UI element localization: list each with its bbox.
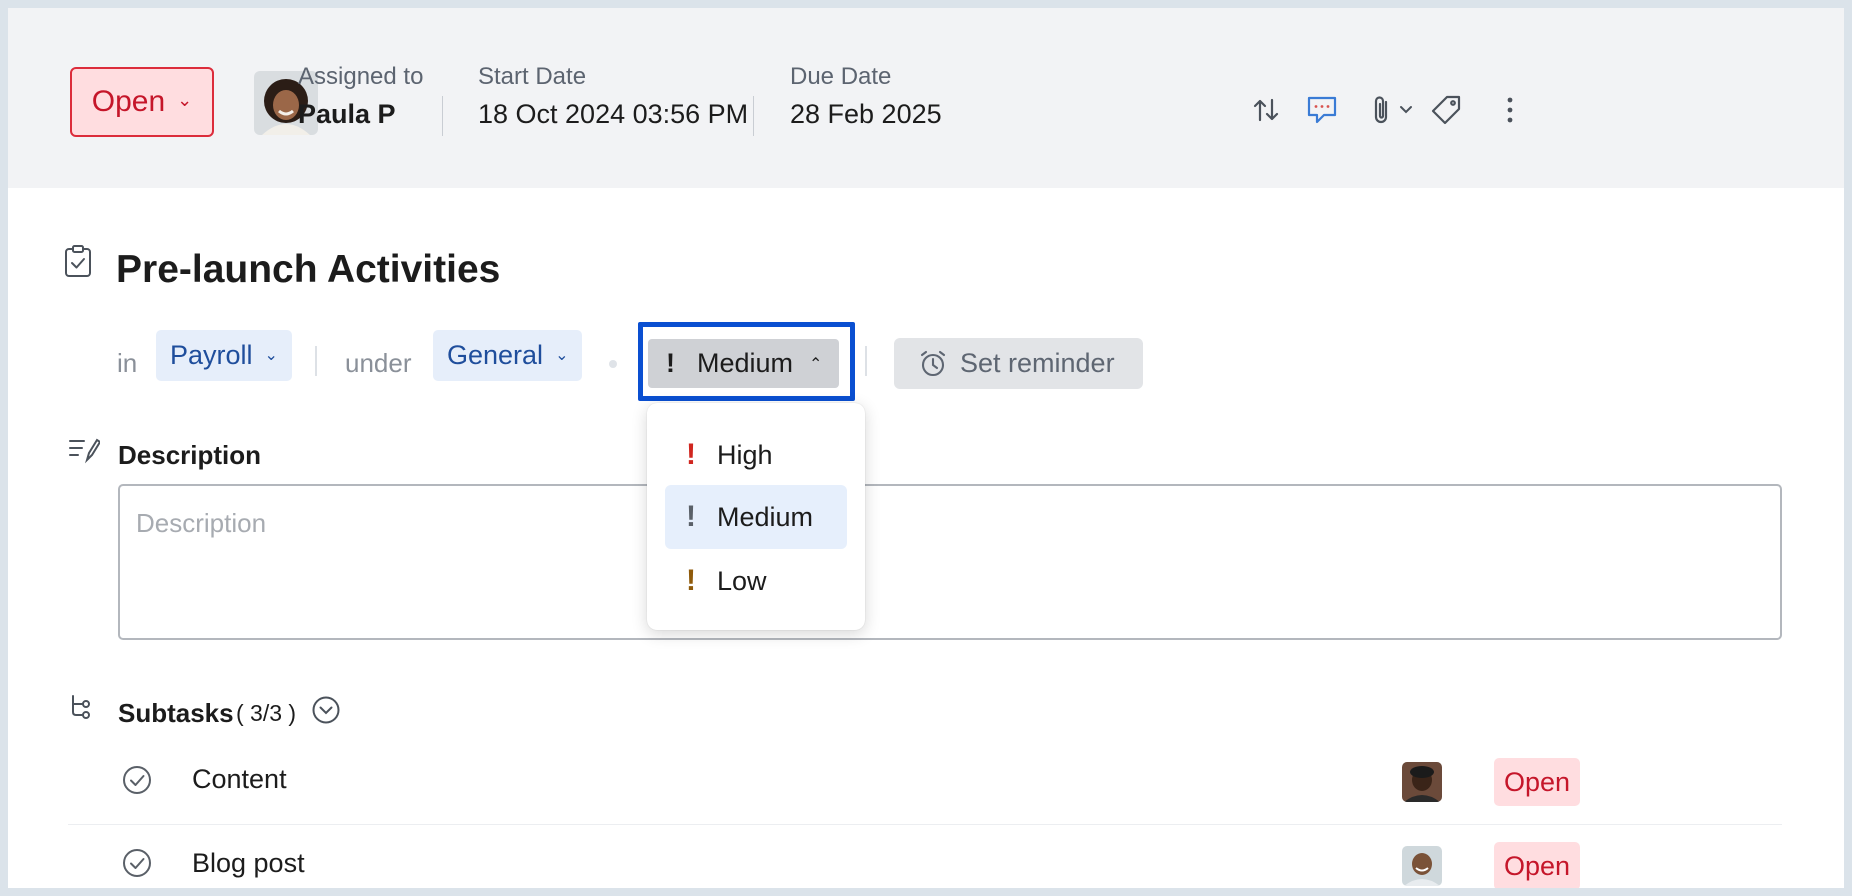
subtask-assignee-avatar[interactable] <box>1402 762 1442 802</box>
divider <box>753 96 754 136</box>
priority-option-high[interactable]: ! High <box>665 423 847 487</box>
chevron-down-icon: ⌄ <box>264 346 278 364</box>
separator <box>315 346 317 376</box>
priority-option-medium[interactable]: ! Medium <box>665 485 847 549</box>
description-edit-icon <box>68 436 102 469</box>
priority-value: Medium <box>697 348 794 378</box>
option-label: High <box>717 439 773 470</box>
due-date-value[interactable]: 28 Feb 2025 <box>790 99 942 130</box>
priority-option-low[interactable]: ! Low <box>665 549 847 613</box>
subtask-status-badge[interactable]: Open <box>1494 842 1581 888</box>
description-input[interactable] <box>118 484 1782 640</box>
subtasks-label: Subtasks <box>118 698 234 728</box>
subtasks-icon <box>68 694 94 725</box>
assigned-to-label: Assigned to <box>298 63 424 90</box>
subtasks-collapse-toggle[interactable] <box>311 695 341 730</box>
option-label: Low <box>717 565 767 596</box>
convert-icon[interactable] <box>1248 92 1284 128</box>
dot-separator <box>609 360 617 368</box>
status-dropdown-button[interactable]: Open ⌄ <box>70 67 214 137</box>
description-label: Description <box>118 440 262 470</box>
row-divider <box>68 824 1782 825</box>
chevron-down-icon: ⌄ <box>177 89 193 110</box>
subtask-status-badge[interactable]: Open <box>1494 758 1581 806</box>
complete-check-icon[interactable] <box>122 848 152 883</box>
set-reminder-label: Set reminder <box>960 348 1115 378</box>
list-name: Payroll <box>170 340 253 370</box>
tag-icon[interactable] <box>1428 92 1464 128</box>
due-date-label: Due Date <box>790 63 892 90</box>
alarm-clock-icon <box>920 350 946 376</box>
priority-dropdown-button[interactable]: ! Medium ⌃ <box>648 339 839 388</box>
start-date-label: Start Date <box>478 63 587 90</box>
task-header: Open ⌄ Assigned to Paula P Start Date 18… <box>8 8 1844 188</box>
task-detail-panel: Open ⌄ Assigned to Paula P Start Date 18… <box>8 8 1844 888</box>
set-reminder-button[interactable]: Set reminder <box>894 338 1143 389</box>
group-name: General <box>447 340 544 370</box>
subtasks-count: ( 3/3 ) <box>236 700 297 726</box>
divider <box>442 96 443 136</box>
separator <box>865 346 867 376</box>
task-title[interactable]: Pre-launch Activities <box>116 248 500 292</box>
comment-icon[interactable] <box>1304 92 1340 128</box>
subtask-name[interactable]: Blog post <box>192 848 305 879</box>
list-selector[interactable]: Payroll ⌄ <box>156 330 292 381</box>
low-priority-icon: ! <box>686 564 696 597</box>
chevron-up-icon: ⌃ <box>809 355 823 373</box>
status-label: Open <box>91 85 166 118</box>
chevron-down-icon: ⌄ <box>555 346 569 364</box>
priority-dropdown-menu: ! High ! Medium ! Low <box>647 403 865 630</box>
under-label: under <box>345 348 412 378</box>
group-selector[interactable]: General ⌄ <box>433 330 583 381</box>
option-label: Medium <box>717 501 814 532</box>
medium-priority-icon: ! <box>686 500 696 533</box>
priority-icon: ! <box>666 348 675 378</box>
start-date-value[interactable]: 18 Oct 2024 03:56 PM <box>478 99 748 130</box>
complete-check-icon[interactable] <box>122 765 152 800</box>
subtask-assignee-avatar[interactable] <box>1402 846 1442 886</box>
subtask-name[interactable]: Content <box>192 764 287 795</box>
high-priority-icon: ! <box>686 438 696 471</box>
assignee-name[interactable]: Paula P <box>298 99 396 130</box>
chevron-down-icon[interactable] <box>1394 92 1418 128</box>
more-options-icon[interactable] <box>1492 92 1528 128</box>
task-clipboard-icon <box>64 244 92 283</box>
in-label: in <box>117 348 138 378</box>
